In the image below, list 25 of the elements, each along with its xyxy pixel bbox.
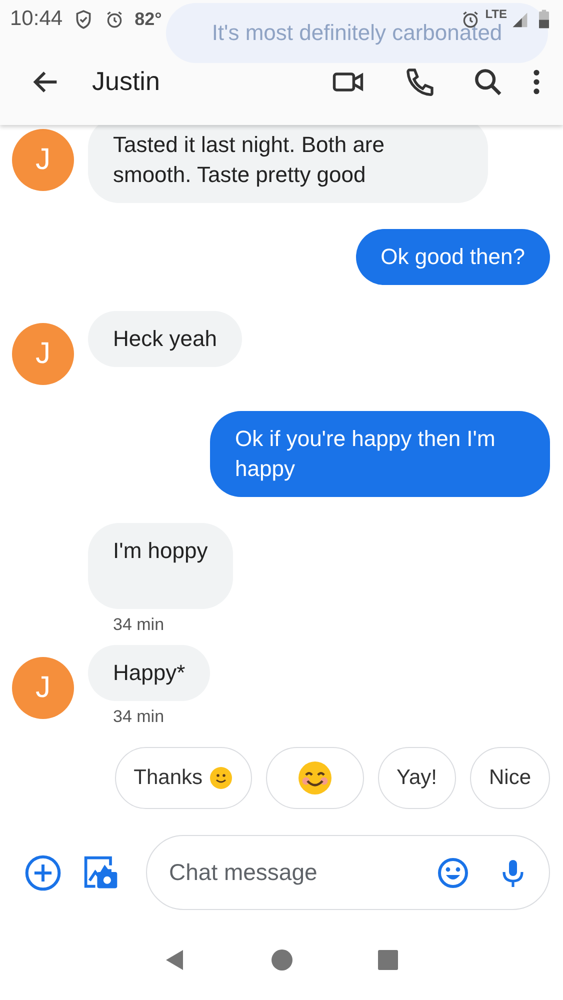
received-message: Heck yeah [88,311,242,367]
recents-icon[interactable] [376,948,400,972]
received-message: Happy* [88,645,210,701]
more-options-icon[interactable] [532,68,541,96]
battery-icon [539,9,549,29]
suggestion-chip[interactable]: Nice [470,747,550,809]
signal-icon [511,10,529,28]
status-time: 10:44 [10,7,63,31]
temperature: 82° [134,8,162,30]
suggestion-chip[interactable]: Yay! [378,747,456,809]
smiley-emoji-icon [208,766,233,790]
message-time: 34 min [113,615,166,635]
add-icon[interactable] [24,852,62,892]
message-time: 34 min [113,707,166,727]
chat-message-field[interactable]: Chat message [169,859,409,886]
smiling-emoji-icon [296,760,333,796]
network-type: LTE [485,7,507,21]
phone-icon[interactable] [404,66,436,98]
sent-message: Ok if you're happy then I'm happy [210,411,550,497]
contact-name: Justin [92,66,160,97]
sent-message: Ok good then? [356,229,550,285]
home-icon[interactable] [270,948,294,972]
suggestion-chip[interactable]: Thanks [114,747,252,809]
emoji-icon[interactable] [437,856,469,888]
received-message: I'm hoppy [88,523,233,609]
